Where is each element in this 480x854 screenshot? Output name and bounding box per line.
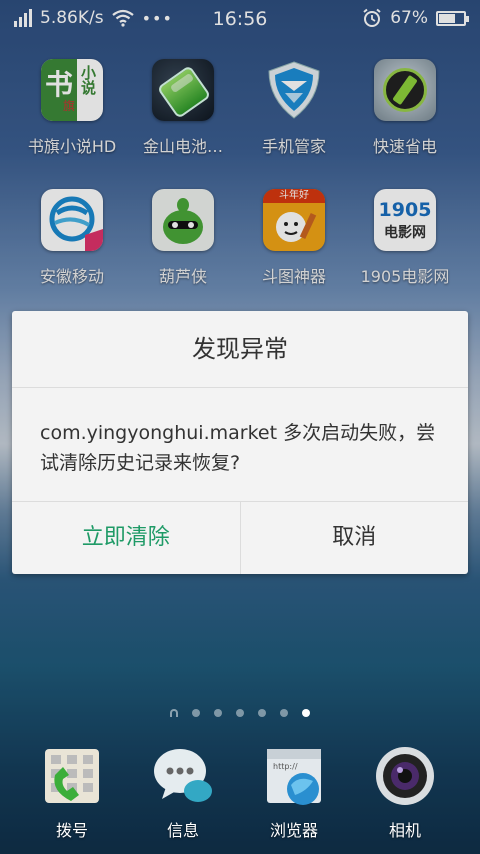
home-page-dot[interactable] (170, 709, 178, 717)
dock-label: 相机 (388, 821, 421, 840)
cancel-button[interactable]: 取消 (241, 502, 469, 574)
camera-icon (374, 745, 436, 807)
page-dot[interactable] (214, 709, 222, 717)
dialog-buttons: 立即清除 取消 (12, 501, 468, 574)
dialog-title: 发现异常 (12, 311, 468, 388)
dialer-icon (41, 745, 103, 807)
dock-label: 信息 (166, 821, 199, 840)
dock-camera[interactable]: 相机 (349, 745, 461, 841)
dock-browser[interactable]: http:// 浏览器 (238, 745, 350, 841)
dock-label: 拨号 (55, 821, 88, 840)
error-dialog: 发现异常 com.yingyonghui.market 多次启动失败，尝试清除历… (12, 311, 468, 574)
page-indicator (0, 709, 480, 717)
dock-dialer[interactable]: 拨号 (16, 745, 128, 841)
page-dot[interactable] (258, 709, 266, 717)
clear-now-button[interactable]: 立即清除 (12, 502, 241, 574)
page-dot[interactable] (236, 709, 244, 717)
messages-icon (152, 745, 214, 807)
dock-messages[interactable]: 信息 (127, 745, 239, 841)
page-dot-active[interactable] (302, 709, 310, 717)
dock-label: 浏览器 (269, 821, 318, 840)
browser-url-text: http:// (273, 762, 298, 771)
page-dot[interactable] (280, 709, 288, 717)
page-dot[interactable] (192, 709, 200, 717)
browser-icon: http:// (263, 745, 325, 807)
dialog-message: com.yingyonghui.market 多次启动失败，尝试清除历史记录来恢… (40, 422, 436, 474)
